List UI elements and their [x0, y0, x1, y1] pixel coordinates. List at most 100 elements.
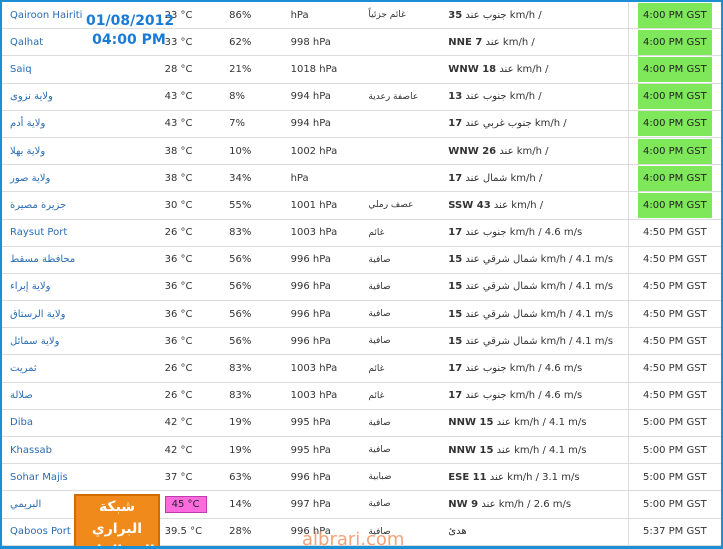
condition-cell: غائم — [360, 354, 441, 383]
watermark: albrari.com — [302, 529, 405, 549]
wind-speed: 17 — [448, 118, 463, 130]
time-cell: 4:50 PM GST — [627, 300, 721, 329]
station-name-link[interactable]: محافظة مسقط — [2, 246, 101, 274]
wind-detail: شمال شرقي عند km/h / 4.1 m/s — [462, 335, 614, 347]
pressure-cell: 994 hPa — [282, 110, 361, 138]
spacer-cell — [100, 191, 157, 220]
time-highlight: 4:00 PM GST — [637, 56, 712, 82]
wind-speed: WNW 26 — [448, 145, 497, 157]
condition-cell: صافية — [360, 436, 441, 465]
station-name-link[interactable]: Khassab — [2, 436, 101, 465]
condition-cell: غائم جزئياً — [360, 2, 441, 30]
table-row: ولاية نزوى 43 °C 8% 994 hPa عاصفة رعدية 13 جن… — [2, 83, 721, 111]
wind-speed: 35 — [448, 9, 463, 21]
spacer-cell — [100, 463, 157, 492]
wind-cell: NNW 15 عند km/h / 4.1 m/s — [440, 409, 629, 438]
table-row: ولاية صور 38 °C 34% hPa 17 شمال عند km/h / 4:… — [2, 164, 721, 193]
badge-time: 04:00 PM — [92, 32, 166, 48]
table-row: Raysut Port 26 °C 83% 1003 hPa غائم 17 جنوب ع… — [2, 219, 721, 247]
station-name-link[interactable]: ولاية أدم — [2, 110, 101, 138]
time-cell: 4:00 PM GST — [627, 28, 721, 57]
station-name-link[interactable]: ولاية صور — [2, 164, 101, 193]
station-name-link[interactable]: Diba — [2, 409, 101, 438]
station-name-link[interactable]: ولاية بهلا — [2, 137, 101, 166]
wind-speed: 17 — [448, 172, 463, 184]
wind-cell: هدئ — [440, 518, 629, 546]
station-name-link[interactable]: Saiq — [2, 55, 101, 84]
station-name-link[interactable]: ولاية إبراء — [2, 273, 101, 302]
wind-detail: جنوب عند km/h / — [462, 91, 542, 103]
humidity-cell: 19% — [221, 409, 283, 438]
temperature-cell: 45 °C — [156, 490, 222, 519]
time-cell: 4:00 PM GST — [627, 164, 721, 193]
pressure-cell: 995 hPa — [282, 436, 361, 465]
wind-speed: 15 — [448, 335, 463, 347]
station-name-link[interactable]: ثمريت — [2, 354, 101, 383]
condition-cell — [360, 164, 441, 193]
time-cell: 5:00 PM GST — [627, 436, 721, 465]
pressure-cell: 994 hPa — [282, 83, 361, 111]
condition-cell: ضبابية — [360, 463, 441, 492]
condition-cell: عصف رملي — [360, 191, 441, 220]
weather-table: Qairoon Hairiti 23 °C 86% hPa غائم جزئياً 35 … — [2, 2, 721, 546]
spacer-cell — [100, 436, 157, 465]
station-name-link[interactable]: صلالة — [2, 382, 101, 410]
date-badge: 01/08/2012 04:00 PM — [86, 12, 174, 50]
time-cell: 4:00 PM GST — [627, 2, 721, 30]
pressure-cell: 995 hPa — [282, 409, 361, 438]
time-highlight: 4:00 PM GST — [637, 29, 712, 55]
time-highlight: 4:00 PM GST — [637, 192, 712, 218]
condition-cell — [360, 137, 441, 166]
wind-speed: 17 — [448, 363, 463, 375]
spacer-cell — [100, 55, 157, 84]
pressure-cell: 1002 hPa — [282, 137, 361, 166]
station-name-link[interactable]: جزيرة مصيرة — [2, 191, 101, 220]
spacer-cell — [100, 354, 157, 383]
condition-cell: صافية — [360, 300, 441, 329]
wind-cell: ESE 11 عند km/h / 3.1 m/s — [440, 463, 629, 492]
humidity-cell: 83% — [221, 354, 283, 383]
table-row: Sohar Majis 37 °C 63% 996 hPa ضبابية ESE 11 ع… — [2, 463, 721, 492]
wind-speed: 15 — [448, 308, 463, 320]
condition-cell: صافية — [360, 327, 441, 356]
station-name-link[interactable]: ولاية نزوى — [2, 83, 101, 111]
humidity-cell: 62% — [221, 28, 283, 57]
wind-cell: 17 جنوب عند km/h / 4.6 m/s — [440, 382, 629, 410]
time-cell: 5:00 PM GST — [627, 409, 721, 438]
station-name-link[interactable]: ولاية الرستاق — [2, 300, 101, 329]
condition-cell: صافية — [360, 409, 441, 438]
wind-detail: جنوب عند km/h / 4.6 m/s — [462, 227, 583, 239]
logo-line-1: شبكة البراري — [91, 499, 143, 537]
temperature-cell: 26 °C — [156, 219, 222, 247]
station-name-link[interactable]: Sohar Majis — [2, 463, 101, 492]
station-name-link[interactable]: ولاية سمائل — [2, 327, 101, 356]
wind-cell: 17 شمال عند km/h / — [440, 164, 629, 193]
pressure-cell: 996 hPa — [282, 463, 361, 492]
wind-detail: عند km/h / 4.1 m/s — [493, 444, 587, 456]
wind-cell: WNW 26 عند km/h / — [440, 137, 629, 166]
humidity-cell: 14% — [221, 490, 283, 519]
spacer-cell — [100, 83, 157, 111]
humidity-cell: 56% — [221, 246, 283, 274]
humidity-cell: 19% — [221, 436, 283, 465]
wind-cell: SSW 43 عند km/h / — [440, 191, 629, 220]
wind-speed: WNW 18 — [448, 63, 497, 75]
temperature-cell: 26 °C — [156, 382, 222, 410]
wind-detail: شمال عند km/h / — [462, 172, 543, 184]
wind-detail: عند km/h / — [496, 145, 549, 157]
spacer-cell — [100, 300, 157, 329]
wind-detail: عند km/h / 2.6 m/s — [478, 498, 572, 510]
pressure-cell: 998 hPa — [282, 28, 361, 57]
wind-cell: 15 شمال شرقي عند km/h / 4.1 m/s — [440, 327, 629, 356]
spacer-cell — [100, 110, 157, 138]
pressure-cell: hPa — [282, 2, 361, 30]
humidity-cell: 56% — [221, 273, 283, 302]
station-name-link[interactable]: Raysut Port — [2, 219, 101, 247]
temperature-cell: 38 °C — [156, 164, 222, 193]
wind-detail: عند km/h / 4.1 m/s — [493, 417, 587, 429]
temperature-cell: 39.5 °C — [156, 518, 222, 546]
table-row: ولاية أدم 43 °C 7% 994 hPa 17 جنوب غربي عند … — [2, 110, 721, 138]
spacer-cell — [100, 137, 157, 166]
temperature-cell: 36 °C — [156, 327, 222, 356]
wind-speed: ESE 11 — [448, 471, 487, 483]
